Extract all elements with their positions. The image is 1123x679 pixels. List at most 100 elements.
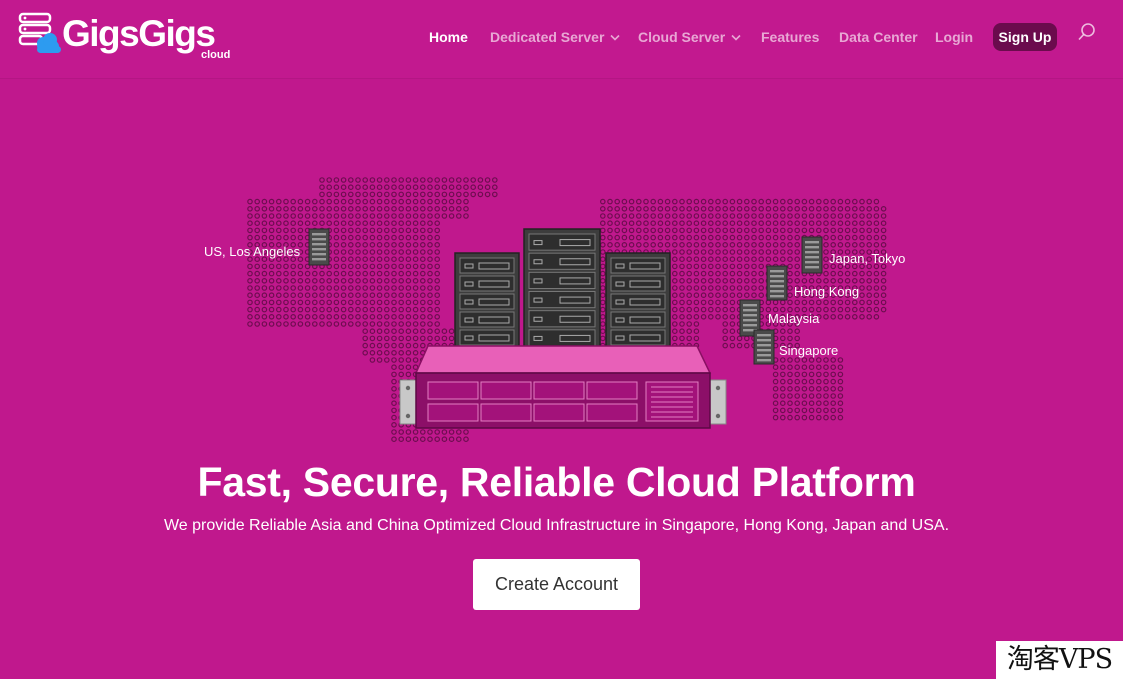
map-dot <box>729 220 736 227</box>
map-dot <box>794 270 801 277</box>
map-dot <box>707 242 714 248</box>
map-dot <box>787 292 793 299</box>
map-dot <box>419 227 426 234</box>
map-dot <box>736 220 743 227</box>
map-dot <box>268 206 275 212</box>
map-dot <box>765 198 772 205</box>
map-dot <box>743 206 750 212</box>
map-dot <box>412 436 419 443</box>
map-dot <box>779 328 786 335</box>
map-dot <box>729 213 736 219</box>
map-dot <box>693 263 700 270</box>
map-dot <box>722 335 729 342</box>
map-dot <box>607 220 613 227</box>
map-dot <box>405 191 412 198</box>
map-dot <box>758 263 765 270</box>
map-dot <box>758 277 765 284</box>
map-dot <box>823 277 829 284</box>
map-dot <box>873 198 880 205</box>
map-dot <box>707 285 714 291</box>
map-dot <box>376 292 383 299</box>
map-dot <box>412 313 419 320</box>
map-dot <box>254 220 261 227</box>
map-dot <box>830 378 837 385</box>
map-dot <box>736 198 743 205</box>
map-dot <box>801 206 808 212</box>
map-dot <box>383 277 390 284</box>
map-dot <box>448 184 455 191</box>
map-dot <box>412 263 419 270</box>
create-account-button[interactable]: Create Account <box>473 559 640 610</box>
map-dot <box>693 328 700 335</box>
map-dot <box>866 292 873 299</box>
map-dot <box>434 328 441 335</box>
map-dot <box>779 393 786 399</box>
map-dot <box>758 198 765 205</box>
map-dot <box>693 299 700 306</box>
map-dot <box>419 436 426 443</box>
map-dot <box>412 429 419 435</box>
map-dot <box>700 285 707 291</box>
map-dot <box>283 206 289 212</box>
map-dot <box>823 206 829 212</box>
map-dot <box>283 292 289 299</box>
map-dot <box>772 234 779 241</box>
map-dot <box>268 227 275 234</box>
map-dot <box>434 249 441 255</box>
map-dot <box>722 213 729 219</box>
map-dot <box>736 342 743 349</box>
map-dot <box>650 220 657 227</box>
map-dot <box>434 429 441 435</box>
map-dot <box>398 364 405 371</box>
map-dot <box>261 234 268 241</box>
map-dot <box>383 249 390 255</box>
map-dot <box>405 256 412 263</box>
map-dot <box>275 234 282 241</box>
map-dot <box>679 306 685 313</box>
map-dot <box>297 285 304 291</box>
map-dot <box>837 371 844 378</box>
map-dot <box>830 213 837 219</box>
map-dot <box>837 385 844 392</box>
map-dot <box>477 184 484 191</box>
map-dot <box>621 206 628 212</box>
map-dot <box>671 328 678 335</box>
map-dot <box>369 277 376 284</box>
map-dot <box>290 234 297 241</box>
map-dot <box>391 414 397 421</box>
map-dot <box>290 277 297 284</box>
map-dot <box>405 277 412 284</box>
map-dot <box>599 242 606 248</box>
map-dot <box>758 220 765 227</box>
map-dot <box>635 234 642 241</box>
map-dot <box>715 242 721 248</box>
map-dot <box>643 227 649 234</box>
map-dot <box>722 263 729 270</box>
map-dot <box>686 227 693 234</box>
map-dot <box>779 206 786 212</box>
map-dot <box>657 227 664 234</box>
map-dot <box>787 371 793 378</box>
map-dot <box>427 292 433 299</box>
map-dot <box>261 227 268 234</box>
map-dot <box>347 227 354 234</box>
map-dot <box>801 364 808 371</box>
map-dot <box>801 393 808 399</box>
map-dot <box>383 342 390 349</box>
map-dot <box>247 234 253 241</box>
map-dot <box>794 393 801 399</box>
map-dot <box>628 213 635 219</box>
map-dot <box>268 321 275 327</box>
map-dot <box>700 263 707 270</box>
map-dot <box>405 213 412 219</box>
map-dot <box>599 213 606 219</box>
map-dot <box>448 335 455 342</box>
map-dot <box>275 270 282 277</box>
map-dot <box>657 220 664 227</box>
map-dot <box>391 385 397 392</box>
map-dot <box>290 292 297 299</box>
map-dot <box>679 285 685 291</box>
map-dot <box>355 184 361 191</box>
map-dot <box>679 335 685 342</box>
map-dot <box>311 313 318 320</box>
